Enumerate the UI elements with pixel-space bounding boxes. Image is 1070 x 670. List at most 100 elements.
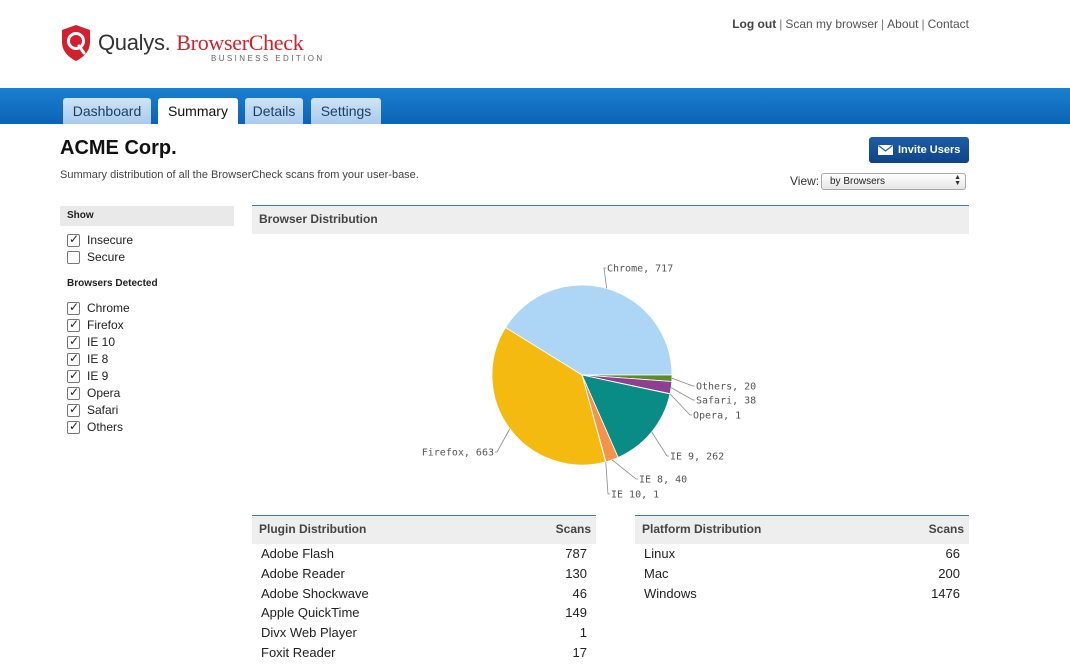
pie-leader-line: [669, 393, 692, 416]
page-title: ACME Corp.: [60, 137, 177, 159]
browser-distribution-heading: Browser Distribution: [252, 205, 969, 234]
pie-leader-line: [670, 387, 695, 401]
about-link[interactable]: About: [887, 17, 918, 31]
table-row: Foxit Reader 17: [261, 645, 587, 665]
filter-label: Insecure: [87, 233, 134, 247]
tab-summary[interactable]: Summary: [158, 98, 238, 124]
scan-browser-link[interactable]: Scan my browser: [785, 17, 878, 31]
checkbox[interactable]: ✓: [67, 351, 80, 366]
table-row: Apple QuickTime 149: [261, 605, 587, 625]
checkbox[interactable]: [67, 251, 80, 264]
pie-leader-line: [611, 459, 638, 480]
pie-label-firefox: Firefox, 663: [422, 448, 494, 459]
pie-label-ie9: IE 9, 262: [670, 452, 724, 463]
check-icon: ✓: [69, 402, 80, 416]
pie-leader-line: [495, 428, 511, 453]
checkbox[interactable]: ✓: [67, 402, 80, 417]
row-value: 1476: [931, 585, 960, 601]
pie-label-ie10: IE 10, 1: [611, 490, 659, 501]
platform-distribution-title: Platform Distribution: [642, 522, 762, 536]
filter-label: Opera: [87, 386, 121, 400]
link-separator: |: [921, 17, 925, 31]
table-row: Windows 1476: [644, 586, 960, 606]
page-subtitle: Summary distribution of all the BrowserC…: [60, 169, 419, 181]
row-name: Mac: [644, 565, 669, 581]
row-value: 787: [565, 546, 587, 561]
row-value: 46: [572, 585, 587, 601]
checkbox[interactable]: ✓: [67, 385, 80, 400]
nav-bar: Dashboard Summary Details Settings: [0, 88, 1070, 124]
filter-label: Safari: [87, 403, 119, 417]
row-name: Adobe Flash: [261, 546, 334, 561]
table-row: Adobe Reader 130: [261, 566, 587, 586]
invite-users-label: Invite Users: [898, 144, 961, 156]
pie-label-safari: Safari, 38: [696, 396, 756, 407]
checkbox[interactable]: ✓: [67, 334, 80, 349]
select-arrows-icon: ▲ ▼: [954, 174, 961, 187]
row-value: 149: [565, 605, 587, 621]
pie-label-others: Others, 20: [696, 382, 756, 393]
row-name: Adobe Reader: [261, 565, 345, 581]
checkbox[interactable]: ✓: [67, 368, 80, 383]
check-icon: ✓: [69, 419, 80, 433]
top-links: Log out | Scan my browser | About | Contact: [732, 17, 969, 31]
checkbox[interactable]: ✓: [67, 300, 80, 315]
pie-leader-line: [605, 461, 610, 495]
filter-label: Secure: [87, 250, 126, 264]
row-name: Linux: [644, 546, 676, 561]
platform-distribution-heading: Platform Distribution Scans: [635, 515, 969, 544]
row-name: Divx Web Player: [261, 625, 357, 641]
filter-label: Chrome: [87, 301, 130, 315]
brand-name: Qualys.: [98, 30, 171, 55]
checkbox[interactable]: ✓: [67, 419, 80, 434]
link-separator: |: [881, 17, 885, 31]
logout-link[interactable]: Log out: [732, 17, 776, 31]
check-icon: ✓: [69, 351, 80, 365]
plugin-scans-header: Scans: [555, 522, 591, 536]
tab-settings[interactable]: Settings: [311, 98, 381, 124]
row-value: 66: [945, 546, 960, 561]
contact-link[interactable]: Contact: [928, 17, 969, 31]
filter-label: IE 9: [87, 369, 109, 383]
mail-icon: [878, 145, 893, 155]
row-value: 17: [572, 645, 587, 660]
checkbox[interactable]: ✓: [67, 317, 80, 332]
table-row: Adobe Flash 787: [261, 546, 587, 566]
plugin-distribution-title: Plugin Distribution: [259, 522, 367, 536]
row-value: 130: [565, 565, 587, 581]
pie-label-ie8: IE 8, 40: [639, 475, 687, 486]
show-heading: Show: [60, 206, 234, 226]
plugin-distribution-heading: Plugin Distribution Scans: [252, 515, 596, 544]
header: Qualys. BrowserCheck BUSINESS EDITION Lo…: [0, 0, 1070, 88]
check-icon: ✓: [69, 300, 80, 314]
filter-label: Firefox: [87, 318, 124, 332]
browser-distribution-title: Browser Distribution: [259, 212, 378, 226]
row-value: 1: [579, 625, 587, 641]
browser-pie-chart: Chrome, 717 Others, 20 Safari, 38 Opera, 1 I…: [422, 264, 756, 501]
checkbox[interactable]: ✓: [67, 232, 80, 247]
view-select-value: by Browsers: [830, 176, 886, 187]
invite-users-button[interactable]: Invite Users: [869, 137, 969, 163]
view-label: View:: [790, 174, 820, 188]
view-select[interactable]: by Browsers ▲ ▼: [821, 173, 966, 190]
tab-details[interactable]: Details: [245, 98, 303, 124]
row-value: 200: [938, 565, 960, 581]
table-row: Adobe Shockwave 46: [261, 586, 587, 606]
row-name: Foxit Reader: [261, 645, 336, 660]
check-icon: ✓: [69, 368, 80, 382]
brand-wordmark: Qualys. BrowserCheck: [98, 30, 304, 56]
filter-label: Others: [87, 420, 124, 434]
row-name: Apple QuickTime: [261, 605, 360, 621]
filter-label: IE 8: [87, 352, 109, 366]
table-row: Mac 200: [644, 566, 960, 586]
check-icon: ✓: [69, 317, 80, 331]
pie-label-chrome: Chrome, 717: [607, 264, 673, 275]
pie-leader-line: [671, 377, 695, 387]
pie-leader-line: [651, 431, 669, 457]
tab-dashboard[interactable]: Dashboard: [63, 98, 151, 124]
qualys-shield-icon: [62, 25, 90, 61]
filter-label: IE 10: [87, 335, 116, 349]
table-row: Linux 66: [644, 546, 960, 566]
browsers-detected-heading: Browsers Detected: [67, 278, 158, 289]
brand-product: BrowserCheck: [176, 30, 304, 55]
